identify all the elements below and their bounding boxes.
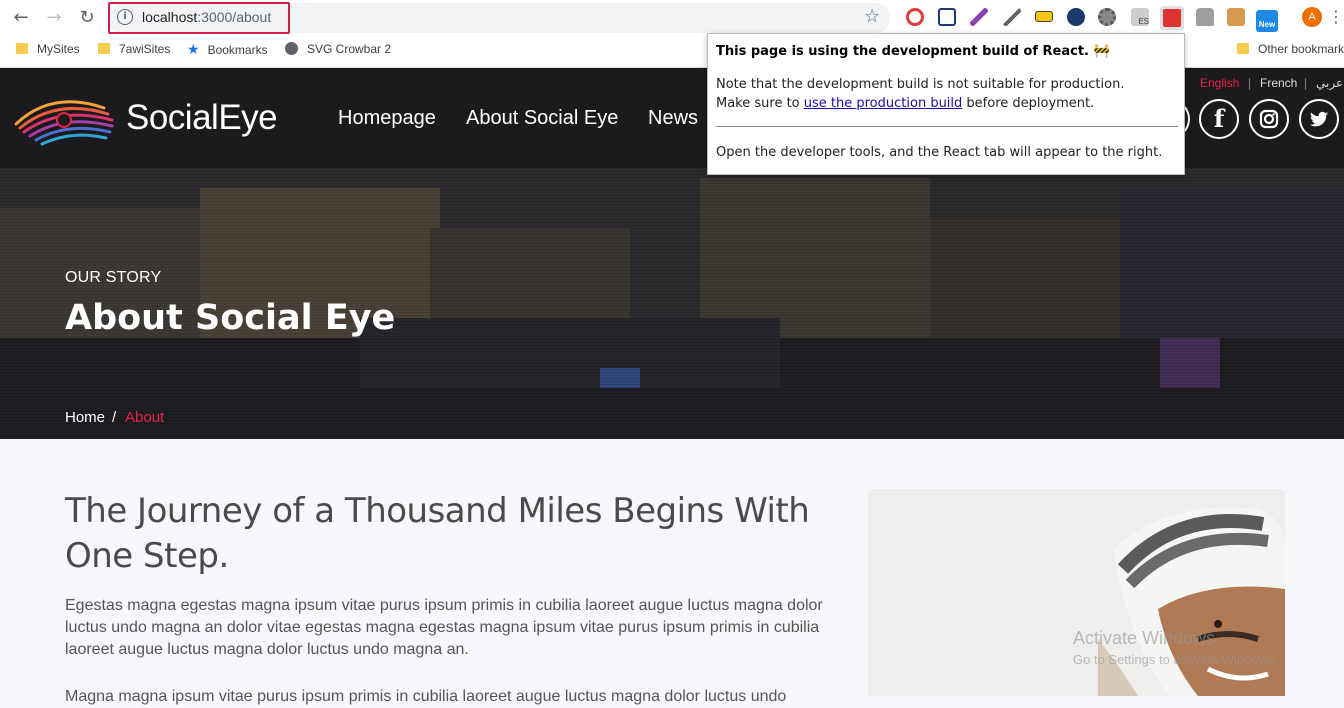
twitter-icon[interactable] (1299, 99, 1339, 139)
notion-extension-icon[interactable] (938, 8, 956, 26)
cookie-extension-icon[interactable] (1227, 8, 1245, 26)
url-path: :3000/about (197, 9, 272, 25)
popup-divider (716, 126, 1178, 127)
reload-icon[interactable]: ↻ (75, 7, 99, 29)
facebook-icon[interactable]: f (1199, 99, 1239, 139)
section-heading: The Journey of a Thousand Miles Begins W… (65, 491, 810, 576)
nav-about[interactable]: About Social Eye (466, 107, 618, 130)
popup-text: Make sure to use the production build be… (716, 96, 1094, 111)
nav-news[interactable]: News (648, 107, 698, 130)
socialeye-logo-icon[interactable] (12, 90, 118, 150)
eyedropper-extension-icon[interactable] (1003, 8, 1021, 26)
opera-extension-icon[interactable] (906, 8, 924, 26)
popup-text: Note that the development build is not s… (716, 77, 1125, 92)
language-separator: | (1248, 76, 1252, 90)
page-title: About Social Eye (65, 298, 396, 338)
production-build-link[interactable]: use the production build (804, 96, 963, 111)
bookmark-label: Bookmarks (207, 43, 268, 57)
hero-eyebrow: OUR STORY (65, 269, 162, 286)
language-french[interactable]: French (1260, 76, 1297, 90)
chrome-menu-icon[interactable]: ⋮ (1328, 7, 1344, 26)
instagram-icon[interactable] (1249, 99, 1289, 139)
nav-homepage[interactable]: Homepage (338, 107, 436, 130)
react-devtools-extension-icon[interactable] (1160, 6, 1184, 30)
android-extension-icon[interactable] (1196, 8, 1214, 26)
popup-text-prefix: Make sure to (716, 96, 804, 111)
new-badge-extension-icon[interactable]: New (1256, 10, 1278, 32)
popup-text-suffix: before deployment. (962, 96, 1095, 111)
instagram-glyph (1259, 109, 1279, 129)
bookmark-bookmarks[interactable]: ★ Bookmarks (187, 42, 268, 62)
folder-icon (98, 43, 110, 54)
bookmark-label: MySites (37, 42, 80, 56)
profile-avatar[interactable]: A (1302, 7, 1322, 27)
bookmark-label: 7awiSites (119, 42, 171, 56)
bookmark-mysites[interactable]: MySites (16, 42, 80, 62)
twitter-glyph (1310, 111, 1328, 127)
browser-toolbar: ← → ↻ i localhost:3000/about ☆ ES New A … (0, 0, 1344, 36)
language-english[interactable]: English (1200, 76, 1239, 90)
bookmark-label: Other bookmarks (1258, 42, 1344, 56)
bookmark-label: SVG Crowbar 2 (307, 42, 392, 56)
language-arabic[interactable]: عربي (1316, 76, 1343, 90)
bookmark-7awisites[interactable]: 7awiSites (98, 42, 170, 62)
star-icon: ★ (187, 42, 200, 58)
site-info-icon[interactable]: i (117, 9, 133, 25)
popup-title: This page is using the development build… (716, 44, 1110, 59)
site-logo-text[interactable]: SocialEye (126, 98, 278, 138)
bookmark-svg-crowbar[interactable]: SVG Crowbar 2 (285, 42, 391, 62)
es-extension-icon[interactable]: ES (1131, 8, 1149, 26)
windows-activation-subtitle: Go to Settings to activate Windows. (1073, 652, 1279, 667)
back-icon[interactable]: ← (9, 7, 33, 29)
gear-extension-icon[interactable] (1098, 8, 1116, 26)
folder-icon (16, 43, 28, 54)
globe-icon (285, 42, 298, 55)
react-devtools-badge (1163, 9, 1181, 27)
forward-icon[interactable]: → (42, 7, 66, 29)
windows-activation-title: Activate Windows (1073, 628, 1216, 648)
breadcrumb-home[interactable]: Home (65, 409, 105, 426)
bookmark-other[interactable]: Other bookmarks (1237, 42, 1344, 62)
breadcrumb-current: About (125, 409, 165, 426)
facebook-glyph: f (1213, 104, 1225, 133)
language-separator: | (1304, 76, 1308, 90)
section-paragraph: Magna magna ipsum vitae purus ipsum prim… (65, 688, 787, 705)
bookmark-star-icon[interactable]: ☆ (864, 6, 880, 27)
pen-extension-icon[interactable] (970, 8, 988, 26)
react-devtools-popup: This page is using the development build… (707, 33, 1185, 175)
ip-extension-icon[interactable] (1067, 8, 1085, 26)
breadcrumb-separator: / (112, 409, 117, 426)
section-paragraph: Egestas magna egestas magna ipsum vitae … (65, 597, 823, 658)
ruler-extension-icon[interactable] (1035, 11, 1053, 22)
url-host: localhost (142, 9, 198, 25)
popup-text: Open the developer tools, and the React … (716, 145, 1163, 160)
url-text[interactable]: localhost:3000/about (142, 9, 271, 25)
folder-icon (1237, 43, 1249, 54)
